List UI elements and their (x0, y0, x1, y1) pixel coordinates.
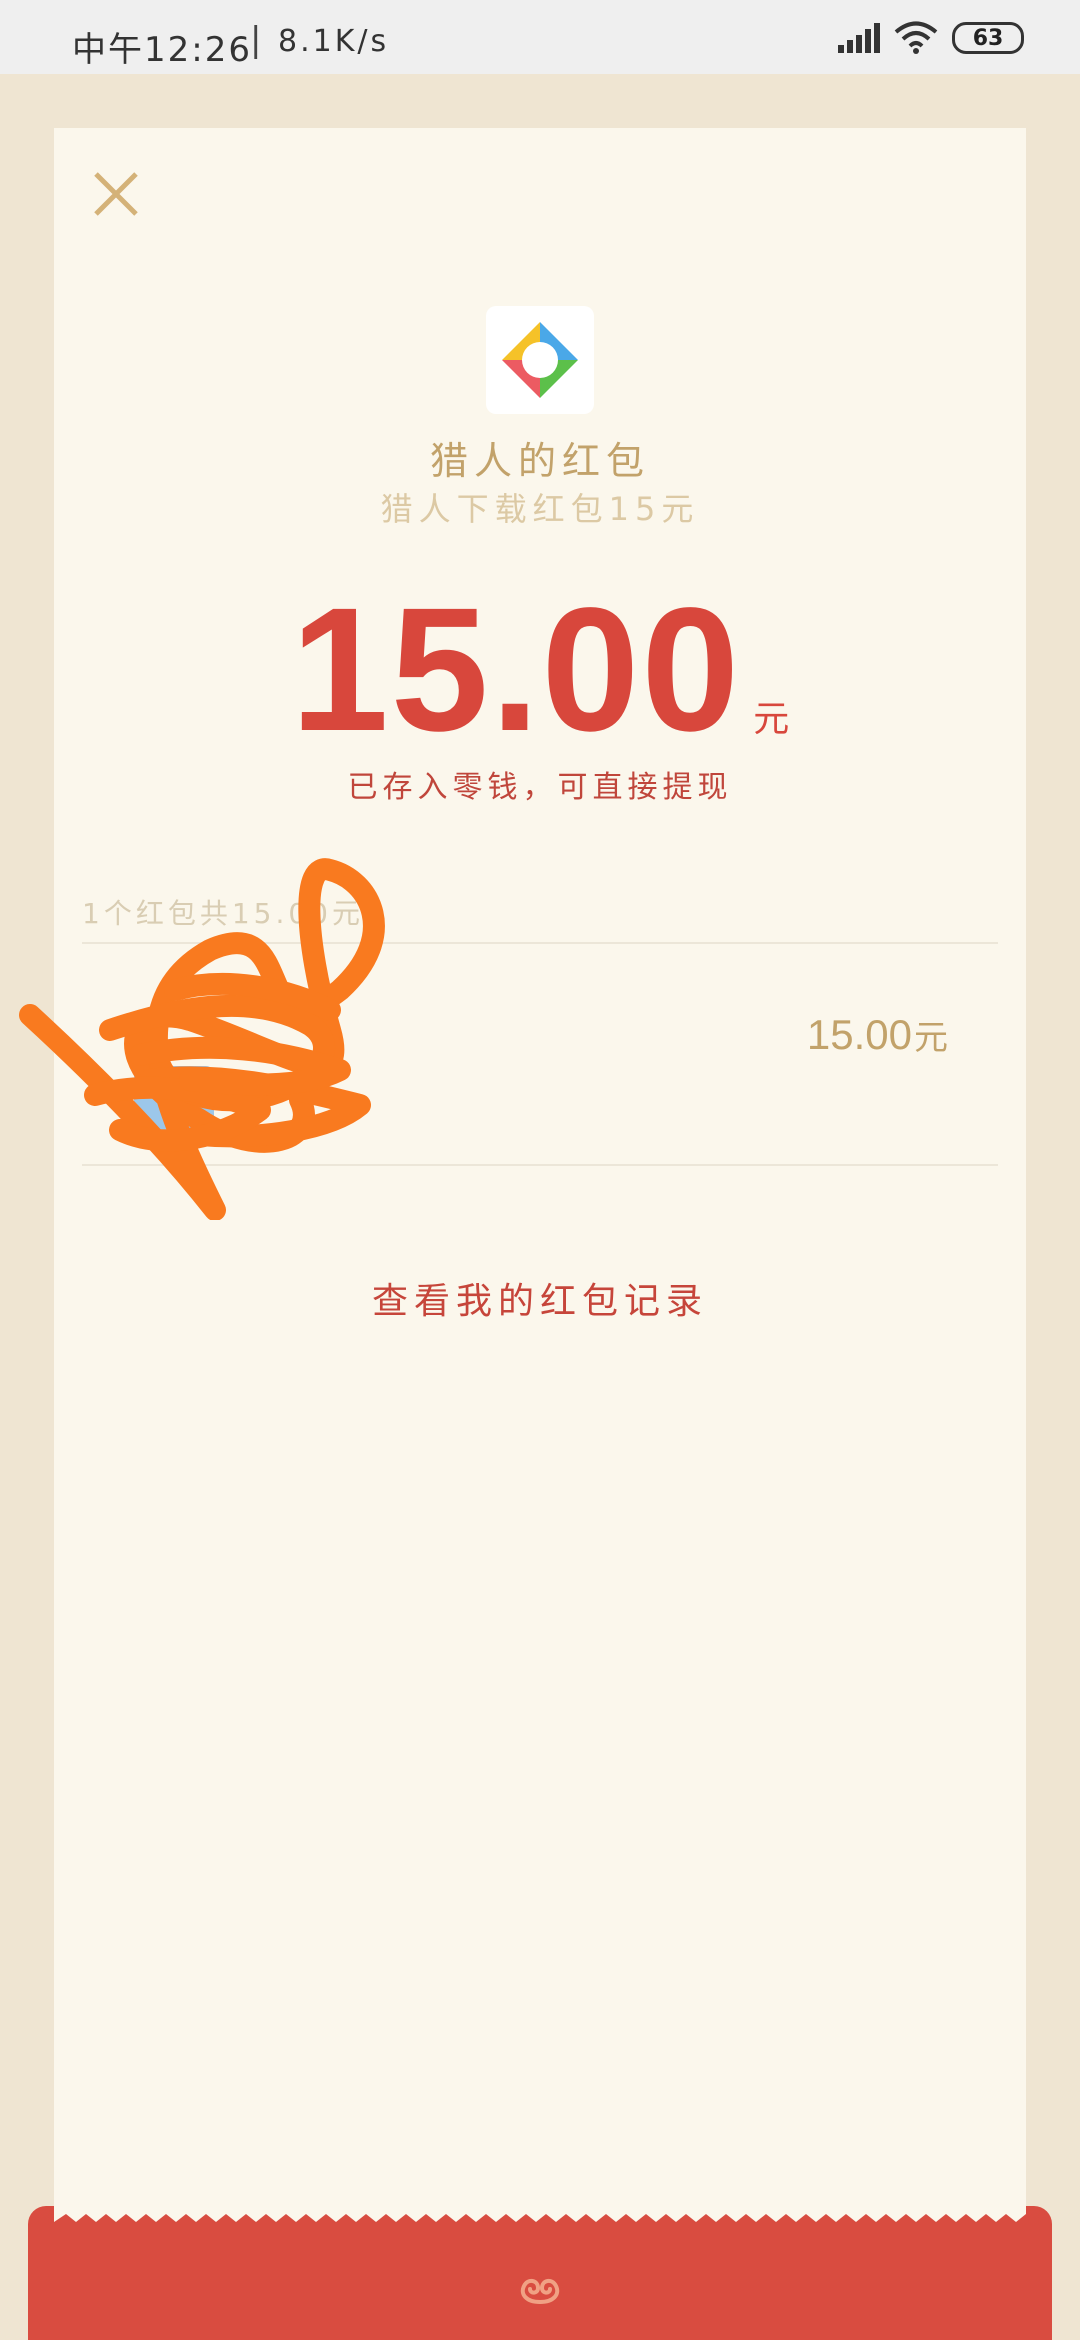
divider (82, 942, 998, 944)
battery-level: 63 (972, 25, 1004, 51)
status-icons: 63 (838, 18, 1024, 58)
zigzag-edge (54, 2206, 1026, 2222)
deposit-note: 已存入零钱，可直接提现 (347, 770, 733, 805)
amount-display: 15.00 元 (0, 582, 1080, 758)
history-link[interactable]: 查看我的红包记录 (0, 1272, 1080, 1324)
records-summary: 1个红包共15.00元 (82, 897, 364, 930)
battery-icon: 63 (952, 22, 1024, 54)
cloud-emblem-icon (520, 2279, 560, 2304)
status-separator: | (250, 20, 262, 60)
network-speed: 8.1K/s (278, 24, 390, 59)
app-logo (486, 306, 594, 414)
amount-value: 15.00 (290, 572, 742, 768)
packet-subtitle: 猎人下载红包15元 (380, 490, 700, 528)
signal-icon (838, 23, 880, 53)
hunter-logo-icon (502, 322, 578, 398)
bottom-band (28, 2206, 1052, 2340)
avatar (134, 1066, 214, 1146)
record-amount-unit: 元 (914, 1018, 948, 1058)
sender-title: 猎人的红包 (429, 439, 650, 483)
wifi-icon (894, 21, 938, 54)
record-amount: 15.00 元 (807, 1010, 948, 1059)
amount-unit: 元 (753, 699, 790, 740)
status-bar: 中午12:26 | 8.1K/s 63 (0, 0, 1080, 74)
record-amount-value: 15.00 (806, 1011, 912, 1058)
close-icon[interactable] (88, 166, 144, 222)
record-row: 15.00 元 (82, 946, 998, 1166)
divider (82, 1164, 998, 1166)
status-time: 中午12:26 (72, 30, 252, 70)
